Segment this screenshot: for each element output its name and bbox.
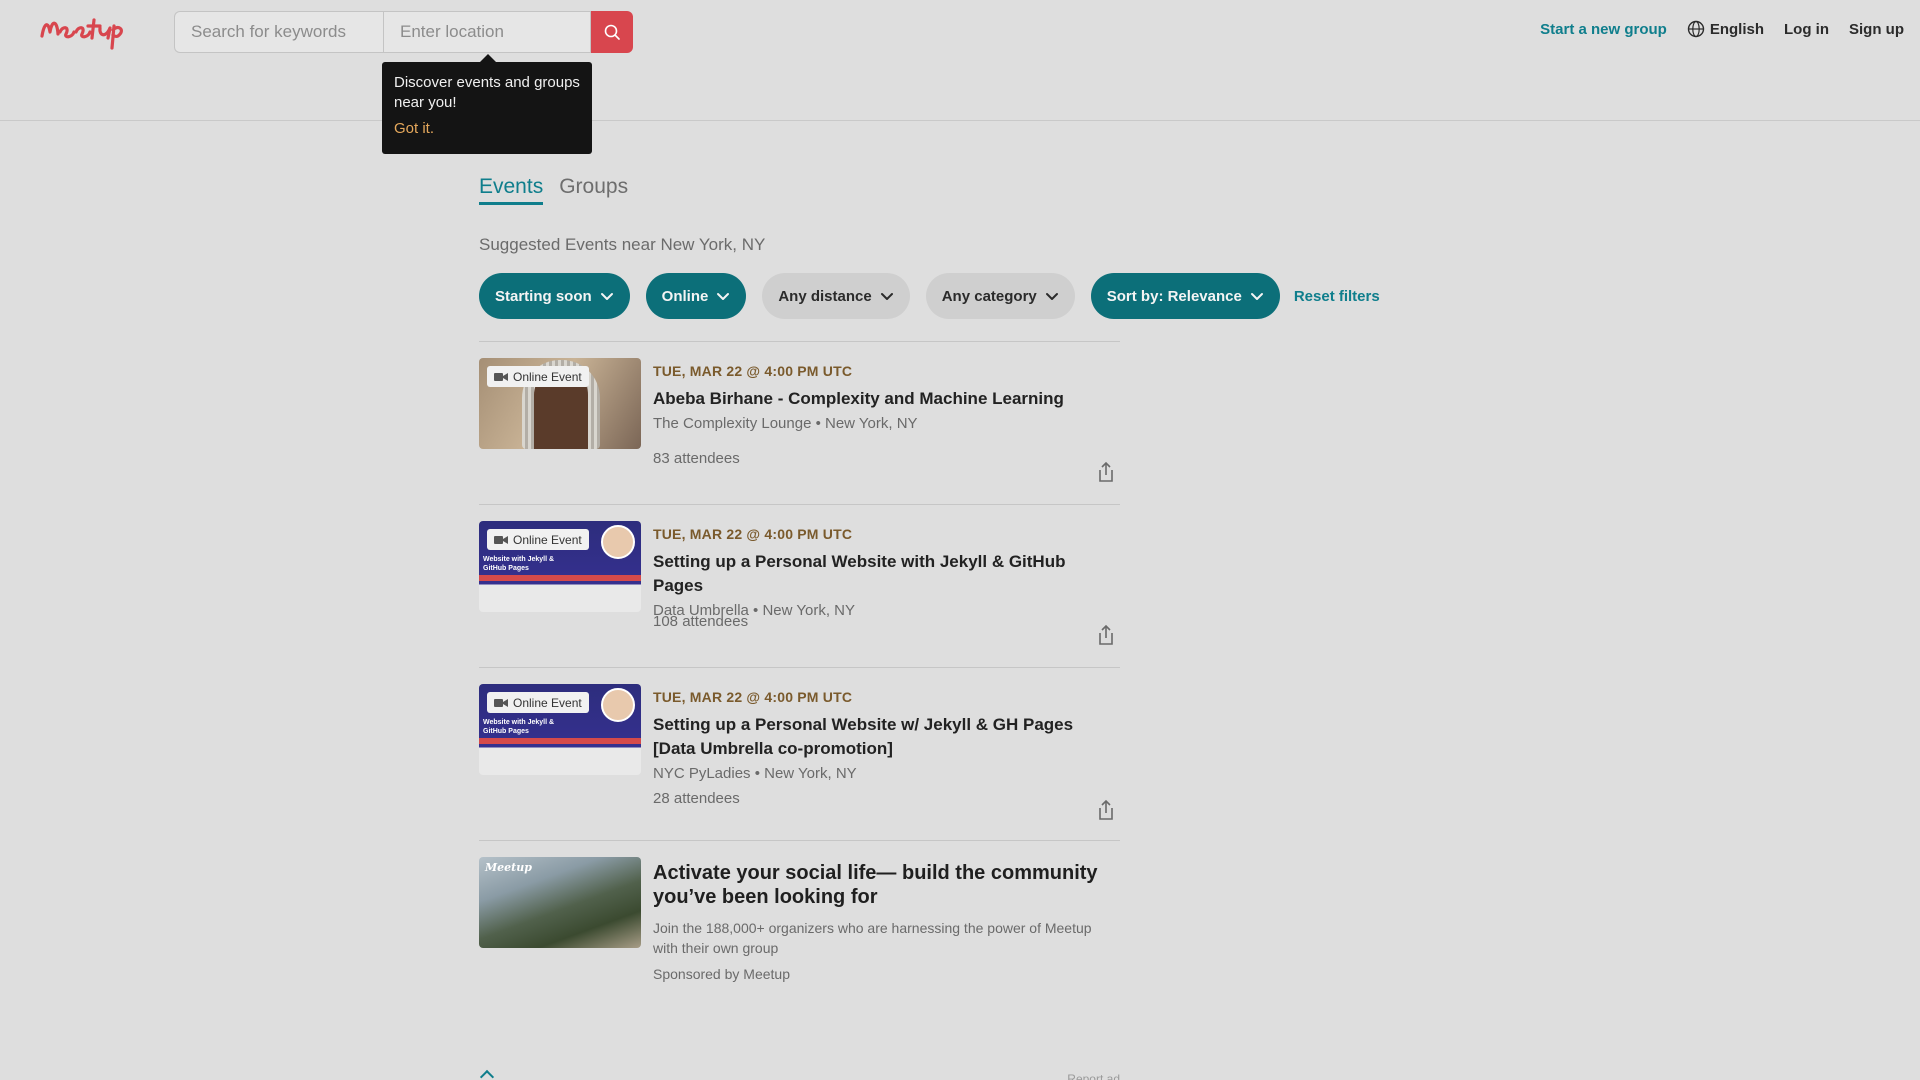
event-thumbnail[interactable]: Website with Jekyll & GitHub Pages Onlin…	[479, 521, 641, 612]
event-attendees: 108 attendees	[653, 613, 749, 630]
results-tabs: Events Groups	[479, 165, 1379, 205]
start-new-group-link[interactable]: Start a new group	[1540, 21, 1667, 38]
event-card[interactable]: Website with Jekyll & GitHub Pages Onlin…	[479, 668, 1120, 840]
chevron-down-icon	[1250, 293, 1263, 300]
share-icon	[1099, 624, 1113, 645]
tab-groups[interactable]: Groups	[559, 165, 628, 205]
event-info: TUE, MAR 22 @ 4:00 PM UTC Setting up a P…	[653, 689, 1113, 782]
badge-label: Online Event	[513, 695, 582, 710]
thumbnail-banner-strip	[479, 575, 641, 581]
event-group: NYC PyLadies • New York, NY	[653, 765, 857, 782]
globe-icon	[1687, 20, 1705, 38]
filter-label: Sort by: Relevance	[1106, 287, 1242, 305]
online-event-badge: Online Event	[487, 692, 589, 713]
video-camera-icon	[494, 372, 508, 381]
share-icon	[1099, 461, 1113, 482]
filter-sort-by[interactable]: Sort by: Relevance	[1090, 273, 1280, 319]
keyword-search-input[interactable]	[174, 11, 383, 53]
location-input[interactable]	[383, 11, 591, 53]
ad-info: Activate your social life— build the com…	[653, 861, 1113, 982]
ad-sponsor: Sponsored by Meetup	[653, 966, 790, 982]
event-title[interactable]: Abeba Birhane - Complexity and Machine L…	[653, 387, 1113, 411]
event-attendees: 83 attendees	[653, 450, 740, 467]
signup-link[interactable]: Sign up	[1849, 21, 1904, 38]
video-camera-icon	[494, 698, 508, 707]
ad-title[interactable]: Activate your social life— build the com…	[653, 861, 1113, 909]
reset-filters-link[interactable]: Reset filters	[1294, 288, 1380, 305]
filter-online[interactable]: Online	[645, 273, 747, 319]
tooltip-text: Discover events and groups near you!	[394, 74, 580, 111]
suggested-heading: Suggested Events near New York, NY	[479, 235, 766, 254]
ad-thumbnail-logo: Meetup	[485, 861, 532, 874]
language-label: English	[1709, 20, 1764, 38]
thumbnail-banner-text: Website with Jekyll & GitHub Pages	[483, 719, 555, 735]
event-thumbnail[interactable]: Online Event	[479, 358, 641, 449]
report-ad-link[interactable]: Report ad	[1067, 1072, 1120, 1080]
site-header: Start a new group English Log in Sign up	[0, 0, 1920, 121]
chevron-down-icon	[1045, 293, 1058, 300]
meetup-logo-icon	[40, 18, 123, 50]
filter-label: Any distance	[778, 287, 872, 305]
badge-label: Online Event	[513, 532, 582, 547]
search-bar	[174, 11, 633, 53]
language-selector[interactable]: English	[1687, 20, 1764, 38]
search-button[interactable]	[591, 11, 633, 53]
filter-label: Online	[661, 287, 709, 305]
thumbnail-banner-text: Website with Jekyll & GitHub Pages	[483, 556, 555, 572]
meetup-logo[interactable]	[38, 10, 138, 52]
event-group: The Complexity Lounge • New York, NY	[653, 415, 918, 432]
main-content: Events Groups Suggested Events near New …	[479, 165, 1380, 982]
filter-any-distance[interactable]: Any distance	[762, 273, 910, 319]
chevron-down-icon	[717, 293, 730, 300]
event-card[interactable]: Online Event TUE, MAR 22 @ 4:00 PM UTC A…	[479, 342, 1120, 504]
tooltip-got-it-button[interactable]: Got it.	[394, 120, 434, 137]
share-icon	[1099, 799, 1113, 820]
ad-choices-icon	[479, 1069, 495, 1080]
filter-label: Starting soon	[495, 287, 592, 305]
share-button[interactable]	[1095, 460, 1117, 484]
video-camera-icon	[494, 535, 508, 544]
filter-starting-soon[interactable]: Starting soon	[479, 273, 630, 319]
event-attendees: 28 attendees	[653, 790, 740, 807]
filter-any-category[interactable]: Any category	[925, 273, 1075, 319]
badge-label: Online Event	[513, 369, 582, 384]
event-title[interactable]: Setting up a Personal Website w/ Jekyll …	[653, 713, 1113, 761]
event-list: Online Event TUE, MAR 22 @ 4:00 PM UTC A…	[479, 341, 1120, 1021]
thumbnail-speaker-avatar	[601, 688, 635, 722]
ad-thumbnail[interactable]: Meetup	[479, 857, 641, 948]
login-link[interactable]: Log in	[1784, 21, 1829, 38]
online-event-badge: Online Event	[487, 366, 589, 387]
share-button[interactable]	[1095, 623, 1117, 647]
chevron-down-icon	[880, 293, 893, 300]
event-date: TUE, MAR 22 @ 4:00 PM UTC	[653, 363, 853, 379]
header-nav: Start a new group English Log in Sign up	[1540, 20, 1904, 38]
event-title[interactable]: Setting up a Personal Website with Jekyl…	[653, 550, 1113, 598]
tab-events[interactable]: Events	[479, 165, 544, 205]
chevron-down-icon	[600, 293, 613, 300]
filter-label: Any category	[941, 287, 1037, 305]
event-info: TUE, MAR 22 @ 4:00 PM UTC Abeba Birhane …	[653, 363, 1113, 432]
online-event-badge: Online Event	[487, 529, 589, 550]
sponsored-ad-card[interactable]: Meetup Activate your social life— build …	[479, 841, 1120, 1021]
event-info: TUE, MAR 22 @ 4:00 PM UTC Setting up a P…	[653, 526, 1113, 619]
event-thumbnail[interactable]: Website with Jekyll & GitHub Pages Onlin…	[479, 684, 641, 775]
thumbnail-banner-strip	[479, 738, 641, 744]
share-button[interactable]	[1095, 798, 1117, 822]
event-date: TUE, MAR 22 @ 4:00 PM UTC	[653, 689, 853, 705]
thumbnail-speaker-avatar	[601, 525, 635, 559]
search-icon	[604, 24, 620, 40]
event-date: TUE, MAR 22 @ 4:00 PM UTC	[653, 526, 853, 542]
ad-body: Join the 188,000+ organizers who are har…	[653, 920, 1092, 956]
location-tooltip: Discover events and groups near you! Got…	[382, 54, 592, 154]
event-card[interactable]: Website with Jekyll & GitHub Pages Onlin…	[479, 505, 1120, 667]
filter-bar: Starting soon Online Any distance Any ca…	[479, 273, 1380, 319]
